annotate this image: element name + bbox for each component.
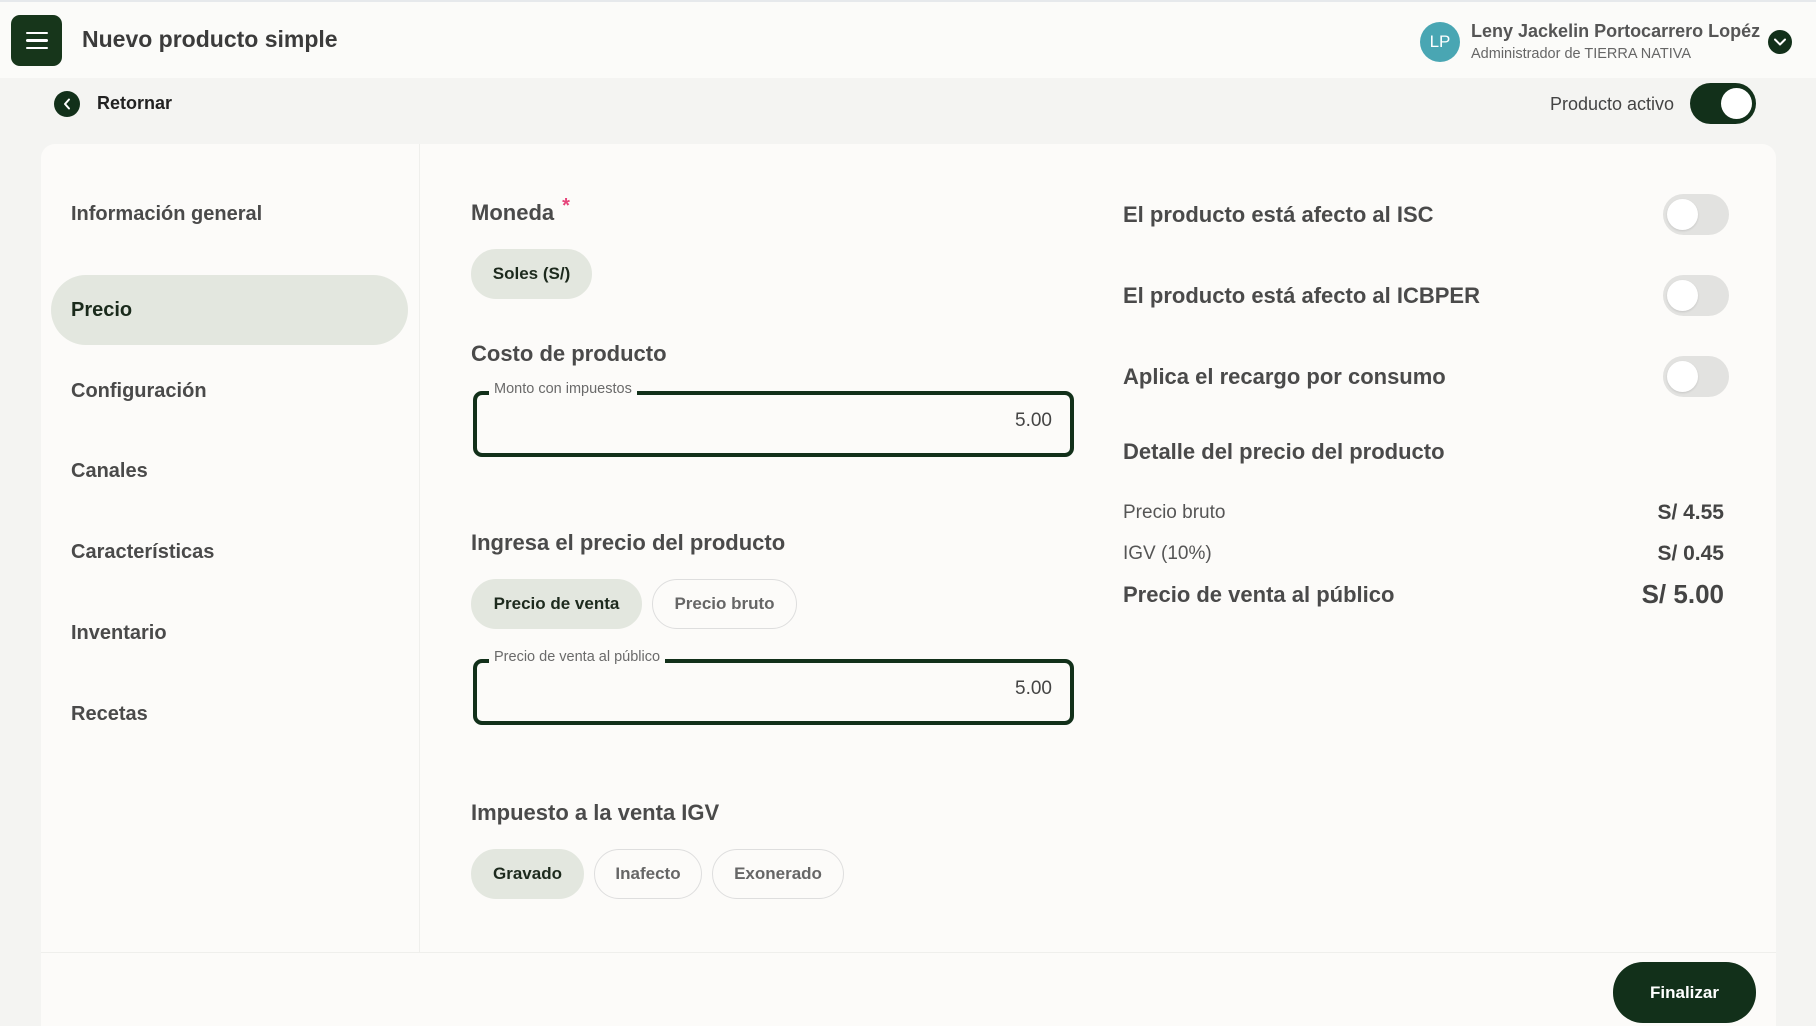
menu-line: [25, 31, 48, 35]
igv-section-title: Impuesto a la venta IGV: [471, 800, 720, 825]
toggle-knob: [1667, 280, 1698, 311]
recargo-label: Aplica el recargo por consumo: [1123, 364, 1446, 389]
igv-value: S/ 0.45: [1657, 542, 1724, 565]
avatar[interactable]: LP: [1420, 22, 1460, 62]
icbper-toggle[interactable]: [1663, 275, 1729, 316]
menu-line: [25, 46, 48, 50]
sidebar-nav: Información general Precio Configuración…: [41, 144, 420, 952]
sidebar-item-precio[interactable]: Precio: [51, 275, 408, 345]
product-form-card: Información general Precio Configuración…: [41, 144, 1776, 1026]
back-link[interactable]: Retornar: [97, 93, 172, 114]
price-mode-gross-chip[interactable]: Precio bruto: [652, 579, 797, 629]
price-section-title: Ingresa el precio del producto: [471, 530, 786, 555]
back-chevron-left-icon[interactable]: [54, 91, 80, 117]
user-menu-chevron-down-icon[interactable]: [1768, 30, 1792, 54]
toggle-knob: [1667, 361, 1698, 392]
sidebar-item-recetas[interactable]: Recetas: [51, 679, 408, 749]
sidebar-item-caracteristicas[interactable]: Características: [51, 517, 408, 587]
user-name[interactable]: Leny Jackelin Portocarrero Lopéz: [1471, 21, 1760, 42]
igv-exonerado-chip[interactable]: Exonerado: [712, 849, 844, 899]
page-title: Nuevo producto simple: [82, 26, 338, 52]
product-active-label: Producto activo: [1550, 94, 1675, 114]
public-price-total-label: Precio de venta al público: [1123, 582, 1395, 607]
sidebar-item-canales[interactable]: Canales: [51, 436, 408, 506]
top-header: Nuevo producto simple LP Leny Jackelin P…: [0, 0, 1816, 78]
cost-amount-input[interactable]: 5.00: [752, 410, 1052, 432]
public-price-field-label: Precio de venta al público: [489, 649, 666, 665]
currency-title-text: Moneda: [471, 200, 555, 225]
isc-label: El producto está afecto al ISC: [1123, 202, 1434, 227]
price-detail-title: Detalle del precio del producto: [1123, 439, 1445, 464]
gross-price-label: Precio bruto: [1123, 502, 1226, 523]
product-active-toggle[interactable]: [1690, 83, 1756, 124]
toggle-knob: [1721, 88, 1752, 119]
menu-line: [25, 39, 48, 42]
igv-inafecto-chip[interactable]: Inafecto: [594, 849, 702, 899]
cost-section-title: Costo de producto: [471, 341, 667, 366]
footer-divider: [41, 952, 1776, 953]
hamburger-menu-button[interactable]: [11, 15, 62, 66]
cost-field-label: Monto con impuestos: [489, 381, 637, 397]
isc-toggle[interactable]: [1663, 194, 1729, 235]
public-price-field[interactable]: Precio de venta al público 5.00: [473, 649, 1074, 725]
finish-button[interactable]: Finalizar: [1613, 962, 1756, 1023]
user-role: Administrador de TIERRA NATIVA: [1471, 46, 1691, 62]
price-mode-sale-chip[interactable]: Precio de venta: [471, 579, 642, 629]
toggle-knob: [1667, 199, 1698, 230]
public-price-total-value: S/ 5.00: [1641, 579, 1724, 609]
sidebar-item-informacion-general[interactable]: Información general: [51, 179, 408, 249]
cost-amount-field[interactable]: Monto con impuestos 5.00: [473, 381, 1074, 457]
gross-price-value: S/ 4.55: [1657, 501, 1724, 524]
igv-label: IGV (10%): [1123, 543, 1212, 564]
currency-soles-chip[interactable]: Soles (S/): [471, 249, 592, 299]
required-mark: *: [562, 195, 570, 217]
igv-gravado-chip[interactable]: Gravado: [471, 849, 584, 899]
public-price-input[interactable]: 5.00: [752, 678, 1052, 700]
recargo-toggle[interactable]: [1663, 356, 1729, 397]
sidebar-item-inventario[interactable]: Inventario: [51, 598, 408, 668]
currency-section-title: Moneda *: [471, 195, 570, 226]
sidebar-item-configuracion[interactable]: Configuración: [51, 356, 408, 426]
icbper-label: El producto está afecto al ICBPER: [1123, 283, 1480, 308]
